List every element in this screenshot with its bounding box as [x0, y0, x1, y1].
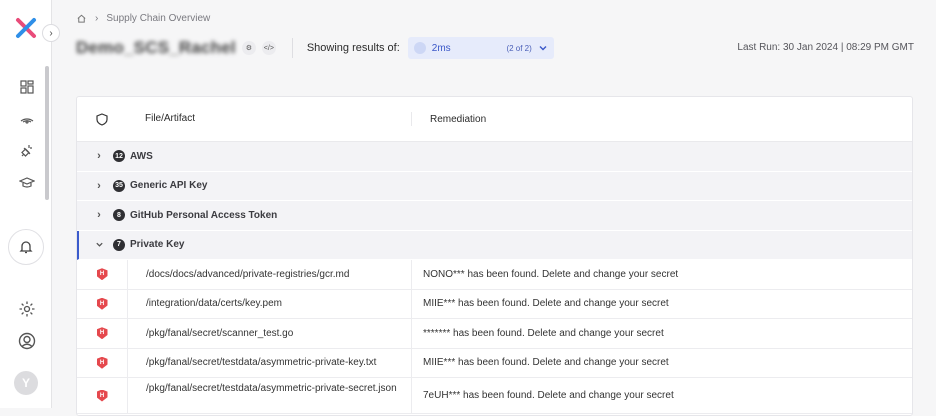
home-icon[interactable] [76, 13, 87, 24]
results-table: File/Artifact Remediation › 12 AWS › 35 … [76, 96, 913, 416]
signal-icon[interactable] [18, 108, 36, 126]
page-header: Demo_SCS_Rachel ⚙ </> Showing results of… [76, 36, 554, 60]
chevron-right-icon: › [97, 179, 101, 192]
high-severity-icon: H [96, 327, 108, 340]
remediation-text: ******* has been found. Delete and chang… [423, 327, 664, 339]
high-severity-icon: H [96, 297, 108, 310]
table-row[interactable]: H /docs/docs/advanced/private-registries… [77, 260, 912, 290]
user-circle-icon[interactable] [18, 332, 36, 350]
remediation-text: NONO*** has been found. Delete and chang… [423, 268, 679, 280]
gear-icon[interactable] [18, 300, 36, 318]
table-header: File/Artifact Remediation [77, 97, 912, 142]
count-badge: 35 [113, 179, 125, 192]
file-path: /pkg/fanal/secret/testdata/asymmetric-pr… [127, 348, 412, 377]
group-row-github-token[interactable]: › 8 GitHub Personal Access Token [77, 201, 912, 231]
breadcrumb-separator: › [95, 13, 99, 24]
pipeline-name: Demo_SCS_Rachel [76, 38, 236, 57]
count-badge: 8 [113, 209, 125, 222]
file-path: /pkg/fanal/secret/scanner_test.go [127, 319, 412, 348]
high-severity-icon: H [96, 389, 108, 402]
expand-sidebar-button[interactable]: › [42, 24, 60, 42]
result-count: (2 of 2) [506, 43, 532, 53]
breadcrumb: › Supply Chain Overview [76, 13, 210, 24]
remediation-column-header[interactable]: Remediation [412, 114, 486, 125]
avatar[interactable]: Y [14, 371, 38, 395]
breadcrumb-current[interactable]: Supply Chain Overview [106, 13, 210, 24]
high-severity-icon: H [96, 356, 108, 369]
group-label: Generic API Key [130, 180, 208, 192]
chevron-down-icon [91, 240, 107, 249]
chevron-right-icon: › [49, 27, 53, 39]
group-row-generic-api-key[interactable]: › 35 Generic API Key [77, 171, 912, 201]
group-label: Private Key [130, 239, 185, 251]
remediation-text: 7eUH*** has been found. Delete and chang… [423, 390, 674, 401]
notifications-button[interactable] [8, 229, 44, 265]
header-divider [291, 38, 293, 58]
file-column-header[interactable]: File/Artifact [127, 112, 412, 126]
group-row-aws[interactable]: › 12 AWS [77, 142, 912, 172]
bell-icon [19, 241, 33, 254]
group-row-private-key[interactable]: 7 Private Key [77, 230, 912, 260]
scanner-icon [413, 42, 426, 54]
chevron-right-icon: › [97, 209, 101, 222]
harness-logo-icon[interactable] [14, 16, 38, 40]
sidebar: Y [0, 0, 52, 408]
chevron-down-icon [539, 46, 547, 51]
count-badge: 12 [113, 150, 125, 163]
file-path: /docs/docs/advanced/private-registries/g… [127, 260, 412, 289]
code-icon[interactable]: </> [261, 41, 276, 55]
pipeline-type-icon: ⚙ [241, 41, 256, 55]
group-label: GitHub Personal Access Token [130, 209, 278, 221]
severity-column-header [77, 112, 127, 126]
sidebar-scrollbar[interactable] [45, 66, 49, 200]
table-row[interactable]: H /integration/data/certs/key.pem MIIE**… [77, 289, 912, 319]
high-severity-icon: H [96, 268, 108, 281]
remediation-text: MIIE*** has been found. Delete and chang… [423, 298, 669, 310]
shield-icon [96, 112, 108, 126]
chevron-right-icon: › [97, 150, 101, 163]
selected-result: 2ms [431, 42, 451, 54]
showing-results-label: Showing results of: [306, 42, 400, 54]
table-row[interactable]: H /pkg/fanal/secret/scanner_test.go ****… [77, 319, 912, 349]
remediation-text: MIIE*** has been found. Delete and chang… [423, 357, 669, 369]
dashboard-icon[interactable] [18, 78, 36, 96]
group-label: AWS [130, 150, 153, 162]
file-path: /integration/data/certs/key.pem [127, 289, 412, 318]
count-badge: 7 [113, 238, 125, 251]
results-dropdown[interactable]: 2ms (2 of 2) [407, 37, 554, 59]
last-run-text: Last Run: 30 Jan 2024 | 08:29 PM GMT [737, 42, 914, 53]
table-row[interactable]: H /pkg/fanal/secret/testdata/asymmetric-… [77, 348, 912, 378]
table-row[interactable]: H /pkg/fanal/secret/testdata/asymmetric-… [77, 378, 912, 414]
plug-icon[interactable] [18, 142, 36, 160]
graduation-cap-icon[interactable] [18, 174, 36, 192]
